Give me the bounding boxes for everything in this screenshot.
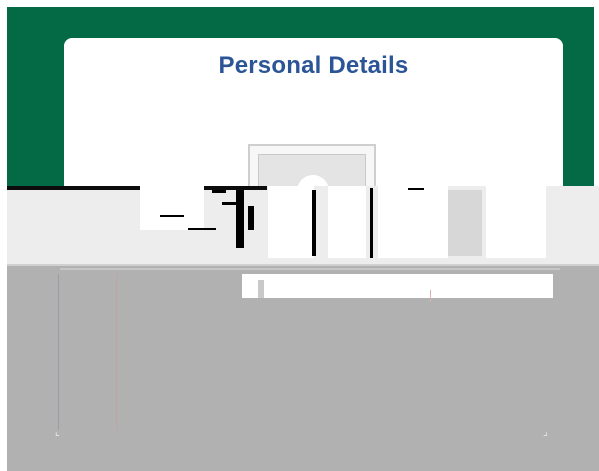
render-artifact-line [248, 206, 254, 230]
render-artifact-block [486, 186, 546, 258]
render-artifact-line [430, 290, 431, 302]
render-artifact-line [408, 188, 424, 190]
render-artifact-line [116, 274, 117, 430]
render-artifact-bar [242, 274, 553, 298]
render-artifact-line [370, 188, 373, 258]
render-artifact-block [378, 186, 448, 258]
render-artifact-line [7, 186, 267, 190]
render-artifact-block [140, 186, 204, 230]
render-artifact-line [60, 268, 560, 270]
render-artifact-mark: ⌞ [55, 427, 60, 438]
render-artifact-line [58, 274, 59, 430]
render-artifact-line [236, 190, 244, 248]
render-artifact-line [188, 228, 216, 230]
render-artifact-line [212, 190, 226, 193]
render-artifact-mark: ⌟ [543, 427, 548, 438]
render-artifact-block [328, 186, 366, 258]
render-artifact-gap [258, 280, 264, 298]
render-artifact-block [448, 190, 482, 256]
screen: Personal Details ⌞ ⌟ [0, 0, 599, 471]
render-artifact-line [7, 264, 599, 266]
render-artifact-block [268, 186, 314, 258]
page-title: Personal Details [218, 52, 409, 79]
render-artifact-line [312, 190, 316, 256]
render-artifact-line [160, 215, 184, 217]
